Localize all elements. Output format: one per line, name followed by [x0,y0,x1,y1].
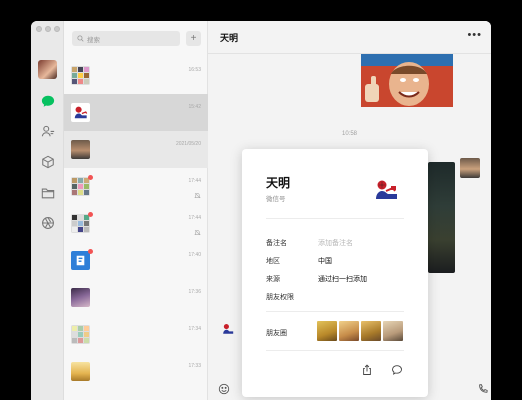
remark-input[interactable]: 添加备注名 [318,238,353,248]
sender-avatar[interactable] [460,158,480,178]
chat-item[interactable]: 17:44 [64,205,208,242]
chat-item-selected[interactable]: 15:42 [64,94,208,131]
moments-thumbnails[interactable] [317,321,403,341]
group-avatar [71,214,90,233]
emoji-icon[interactable] [218,382,230,395]
moments-photo [317,321,337,341]
phone-icon[interactable] [477,382,489,394]
search-icon [77,35,84,42]
group-avatar [71,66,90,85]
spiderman-avatar [71,103,90,122]
unread-dot [88,175,93,180]
card-actions [242,363,428,381]
chat-list: 搜索 + 16:53 15:42 2021/05/20 17:44 17:44 … [64,21,208,400]
chat-item[interactable]: 16:53 [64,57,208,94]
folder-icon[interactable] [40,185,55,200]
profile-name: 天明 [266,176,291,190]
close-light[interactable] [36,26,42,32]
minimize-light[interactable] [45,26,51,32]
share-icon[interactable] [361,363,373,375]
cube-icon[interactable] [40,154,55,169]
region-value: 中国 [318,258,332,265]
chat-time: 17:40 [188,252,201,258]
screen: 搜索 + 16:53 15:42 2021/05/20 17:44 17:44 … [0,0,522,400]
chat-item[interactable]: 17:34 [64,316,208,353]
chat-time: 17:34 [188,326,201,332]
message-icon[interactable] [391,363,403,375]
moments-photo [383,321,403,341]
sticker-message[interactable] [361,54,453,107]
left-rail [31,21,64,400]
wechat-id-label: 微信号 [266,196,286,203]
profile-card: 天明 微信号 备注名 添加备注名 地区 中国 来源 通过扫一扫添加 朋友权限 朋… [242,149,428,397]
zoom-light[interactable] [54,26,60,32]
my-avatar[interactable] [38,60,57,79]
chat-icon[interactable] [40,93,55,108]
chat-time: 17:36 [188,289,201,295]
chat-time: 2021/05/20 [175,141,201,147]
chat-item[interactable]: 17:44 [64,168,208,205]
image-message[interactable] [428,162,455,273]
search-input[interactable]: 搜索 [72,31,180,46]
card-divider [266,218,404,219]
chat-item[interactable]: 17:40 [64,242,208,279]
region-label: 地区 [266,258,280,265]
aperture-icon[interactable] [40,215,55,230]
moments-label[interactable]: 朋友圈 [266,328,287,338]
source-label: 来源 [266,276,280,283]
contact-avatar[interactable] [220,321,236,337]
group-avatar [71,325,90,344]
chat-item[interactable]: 2021/05/20 [64,131,208,168]
conversation-title: 天明 [220,33,239,43]
chat-time: 16:53 [188,67,201,73]
contacts-icon[interactable] [40,123,55,138]
group-avatar [71,177,90,196]
time-separator: 10:58 [341,131,357,137]
chat-time: 15:42 [188,104,201,110]
remark-label: 备注名 [266,240,287,247]
app-avatar [71,251,90,270]
chat-item[interactable]: 17:36 [64,279,208,316]
portrait-avatar [71,140,90,159]
window-controls [36,26,60,32]
card-divider [266,311,404,312]
photo-avatar [71,288,90,307]
profile-avatar[interactable] [371,177,401,201]
moments-photo [339,321,359,341]
mute-bell-icon [194,192,201,199]
friend-permissions-label[interactable]: 朋友权限 [266,292,294,302]
moments-photo [361,321,381,341]
mute-bell-icon [194,229,201,236]
chat-time: 17:44 [188,178,201,184]
add-chat-button[interactable]: + [186,31,201,46]
unread-dot [88,212,93,217]
chat-time: 17:44 [188,215,201,221]
source-value: 通过扫一扫添加 [318,276,367,283]
chat-time: 17:33 [188,363,201,369]
more-options-icon[interactable]: ••• [467,30,482,41]
food-avatar [71,362,90,381]
chat-item[interactable]: 17:33 [64,353,208,390]
conversation-header: 天明 ••• [208,21,491,54]
unread-dot [88,249,93,254]
search-placeholder: 搜索 [87,36,100,44]
card-divider [266,350,404,351]
